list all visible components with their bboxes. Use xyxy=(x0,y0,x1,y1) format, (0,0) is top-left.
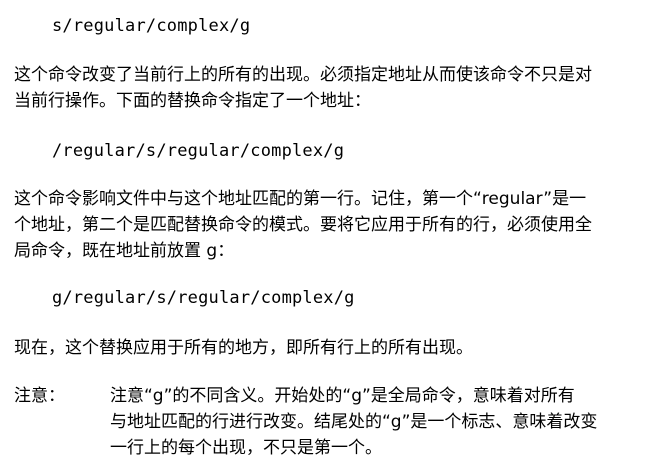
paragraph-address-explanation: 这个命令影响文件中与这个地址匹配的第一行。记住，第一个“regular”是一 个… xyxy=(14,186,662,264)
paragraph-global-change: 这个命令改变了当前行上的所有的出现。必须指定地址从而使该命令不只是对 当前行操作… xyxy=(14,62,662,114)
code-example-global-substitute: g/regular/s/regular/complex/g xyxy=(52,288,355,308)
paragraph-line: 局命令，既在地址前放置 g： xyxy=(14,241,235,261)
code-example-substitute: s/regular/complex/g xyxy=(52,16,251,36)
paragraph-line: 个地址，第二个是匹配替换命令的模式。要将它应用于所有的行，必须使用全 xyxy=(14,215,592,235)
paragraph-line: 这个命令改变了当前行上的所有的出现。必须指定地址从而使该命令不只是对 xyxy=(14,65,592,85)
document-page: s/regular/complex/g 这个命令改变了当前行上的所有的出现。必须… xyxy=(0,0,670,458)
note-line: 与地址匹配的行进行改变。结尾处的“g”是一个标志、意味着改变 xyxy=(110,412,598,432)
code-example-address-substitute: /regular/s/regular/complex/g xyxy=(52,141,345,161)
paragraph-line: 当前行操作。下面的替换命令指定了一个地址： xyxy=(14,91,371,111)
paragraph-all-occurrences: 现在，这个替换应用于所有的地方，即所有行上的所有出现。 xyxy=(14,335,662,361)
paragraph-line: 这个命令影响文件中与这个地址匹配的第一行。记住，第一个“regular”是一 xyxy=(14,189,587,209)
note-label: 注意： xyxy=(14,386,65,406)
paragraph-line: 现在，这个替换应用于所有的地方，即所有行上的所有出现。 xyxy=(14,338,473,358)
note-body: 注意“g”的不同含义。开始处的“g”是全局命令，意味着对所有 与地址匹配的行进行… xyxy=(110,383,666,461)
note-line: 注意“g”的不同含义。开始处的“g”是全局命令，意味着对所有 xyxy=(110,386,575,406)
note-line: 一行上的每个出现，不只是第一个。 xyxy=(110,438,382,458)
